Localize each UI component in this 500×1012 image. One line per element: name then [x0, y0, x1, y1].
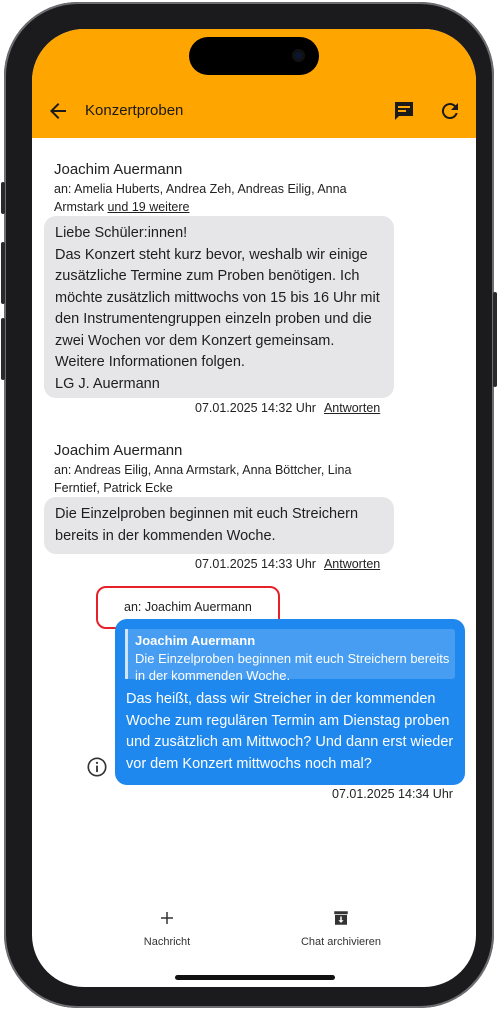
- message-line: möchte zusätzlich mittwochs von 15 bis 1…: [55, 289, 380, 306]
- archive-chat-button[interactable]: Chat archivieren: [296, 909, 386, 948]
- message-sender: Joachim Auermann: [54, 161, 183, 178]
- message-sender: Joachim Auermann: [54, 442, 183, 459]
- message-line: Liebe Schüler:innen!: [55, 225, 188, 241]
- volume-down-button: [1, 318, 5, 380]
- message-line: zwei Wochen vor dem Konzert gemeinsam.: [55, 332, 335, 349]
- chat-icon[interactable]: [392, 99, 416, 123]
- message-line: den Instrumentengruppen einzeln proben u…: [55, 311, 372, 327]
- message-meta: 07.01.2025 14:32 Uhr Antworten: [195, 401, 380, 415]
- refresh-icon[interactable]: [438, 99, 462, 123]
- archive-icon: [334, 911, 348, 925]
- quoted-message: Joachim Auermann Die Einzelproben beginn…: [125, 629, 455, 683]
- camera: [292, 49, 305, 62]
- message-bubble: Liebe Schüler:innen! Das Konzert steht k…: [44, 216, 394, 398]
- back-arrow-icon[interactable]: [46, 99, 70, 123]
- new-message-label: Nachricht: [143, 936, 191, 948]
- own-message-recipient: an: Joachim Auermann: [124, 600, 252, 614]
- message-bubble: Die Einzelproben beginnen mit euch Strei…: [44, 497, 394, 554]
- new-message-button[interactable]: Nachricht: [132, 909, 202, 948]
- message-timestamp: 07.01.2025 14:32 Uhr: [195, 401, 316, 415]
- message-line: zusätzliche Termine zum Proben benötigen…: [55, 268, 360, 284]
- message-recipients: an: Amelia Huberts, Andrea Zeh, Andreas …: [54, 180, 374, 216]
- plus-icon: [161, 912, 173, 924]
- message-line: Die Einzelproben beginnen mit euch Strei…: [55, 506, 359, 522]
- volume-up-button: [1, 242, 5, 304]
- info-icon[interactable]: [86, 756, 108, 778]
- message-line: bereits in der kommenden Woche.: [55, 527, 276, 544]
- message-meta: 07.01.2025 14:33 Uhr Antworten: [195, 557, 380, 571]
- message-line: Das Konzert steht kurz bevor, weshalb wi…: [55, 246, 368, 263]
- message-recipients: an: Andreas Eilig, Anna Armstark, Anna B…: [54, 461, 374, 497]
- reply-link[interactable]: Antworten: [324, 557, 380, 571]
- message-line: Weitere Informationen folgen.: [55, 354, 245, 370]
- dynamic-island: [189, 37, 319, 75]
- quote-text: Die Einzelproben beginnen mit euch Strei…: [135, 651, 450, 683]
- message-line: Das heißt, dass wir Streicher in der kom…: [126, 691, 436, 707]
- mute-switch: [1, 182, 5, 214]
- screen: Konzertproben Joachim Auermann an: Ameli…: [32, 29, 476, 987]
- phone-frame: Konzertproben Joachim Auermann an: Ameli…: [1, 2, 497, 1008]
- own-message-timestamp: 07.01.2025 14:34 Uhr: [332, 787, 453, 801]
- more-recipients-link[interactable]: und 19 weitere: [107, 200, 189, 214]
- recipients-text: an: Amelia Huberts, Andrea Zeh, Andreas …: [54, 182, 347, 214]
- message-line: vor dem Konzert mittwochs noch mal?: [126, 755, 372, 772]
- page-title: Konzertproben: [85, 102, 184, 119]
- recipients-text: Ferntief, Patrick Ecke: [54, 481, 173, 495]
- message-timestamp: 07.01.2025 14:33 Uhr: [195, 557, 316, 571]
- own-message-text: Das heißt, dass wir Streicher in der kom…: [126, 689, 458, 775]
- power-button: [493, 292, 497, 387]
- reply-link[interactable]: Antworten: [324, 401, 380, 415]
- message-line: und zusätzlich am Mittwoch? Und dann ers…: [126, 734, 454, 750]
- quote-bar: [125, 629, 128, 679]
- message-line: Woche zum regulären Termin am Dienstag p…: [126, 712, 450, 729]
- recipients-text: an: Andreas Eilig, Anna Armstark, Anna B…: [54, 463, 352, 477]
- message-line: LG J. Auermann: [55, 375, 160, 392]
- own-message-bubble: Joachim Auermann Die Einzelproben beginn…: [115, 619, 465, 785]
- archive-chat-label: Chat archivieren: [300, 936, 382, 948]
- quote-sender: Joachim Auermann: [135, 633, 256, 648]
- home-indicator[interactable]: [175, 975, 335, 980]
